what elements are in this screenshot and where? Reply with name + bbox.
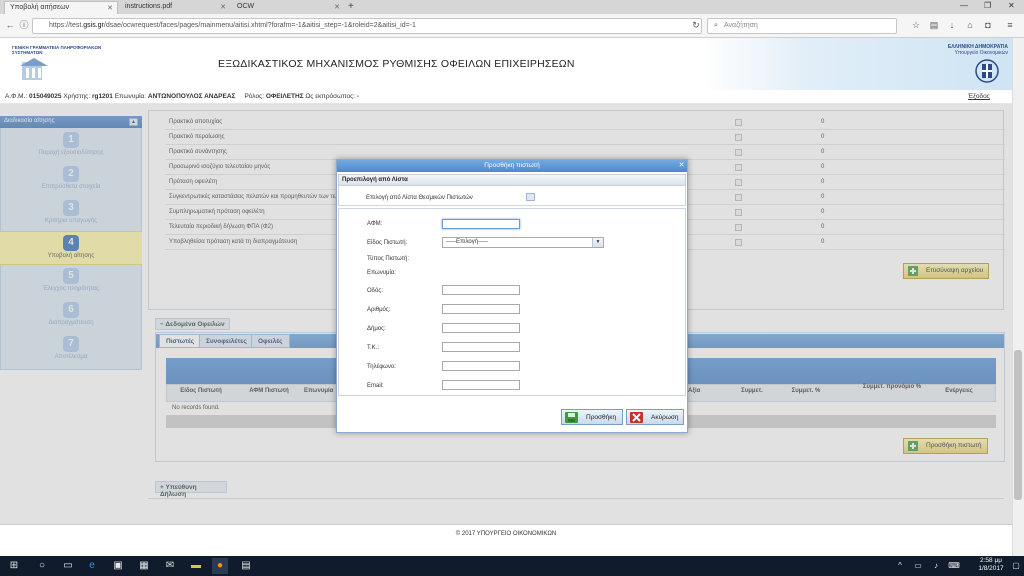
save-disk-icon (565, 412, 578, 423)
gsis-logo-icon (20, 58, 48, 82)
municipality-label: Δήμος: (367, 326, 386, 332)
windows-start-icon[interactable]: ⊞ (6, 558, 22, 574)
creditor-kind-label: Είδος Πιστωτή: (367, 240, 408, 246)
cancel-x-icon (630, 412, 643, 423)
mail-icon[interactable]: ✉ (162, 558, 178, 574)
scrollbar-thumb[interactable] (1014, 350, 1022, 500)
page-footer: © 2017 ΥΠΟΥΡΓΕΙΟ ΟΙΚΟΝΟΜΙΚΩΝ (0, 524, 1012, 544)
button-label: Προσθήκη (586, 414, 617, 421)
url-domain: gsis.gr (83, 22, 104, 29)
network-icon[interactable]: ▭ (910, 558, 926, 574)
browser-tab-active[interactable]: Υποβολή αιτήσεων ✕ (4, 1, 118, 14)
firefox-icon[interactable]: ● (212, 558, 228, 574)
email-label: Email: (367, 383, 384, 389)
edge-browser-icon[interactable]: e (84, 558, 100, 574)
bookmark-star-icon[interactable]: ☆ (910, 19, 922, 31)
cancel-button[interactable]: Ακύρωση (626, 409, 684, 425)
name-value: ΑΝΤΩΝΟΠΟΥΛΟΣ ΑΝΔΡΕΑΣ (147, 93, 236, 100)
afm-value: 015049025 (28, 93, 62, 100)
search-input[interactable]: Αναζήτηση (707, 18, 897, 34)
creditor-type-label: Τύπος Πιστωτή: (367, 256, 410, 262)
pocket-icon[interactable]: ◘ (982, 19, 994, 31)
dropdown-arrow-icon[interactable]: ▼ (592, 238, 603, 247)
rep-value: - (356, 93, 360, 100)
windows-taskbar (0, 556, 1024, 576)
search-icon: ⌕ (714, 22, 718, 29)
store-icon[interactable]: ▣ (110, 558, 126, 574)
close-tab-icon[interactable]: ✕ (220, 3, 226, 11)
taskbar-search-icon[interactable]: ○ (34, 558, 50, 574)
close-tab-icon[interactable]: ✕ (107, 4, 113, 12)
creditor-name-label: Επωνυμία: (367, 270, 396, 276)
dialog-title[interactable]: Προσθήκη πιστωτή (337, 160, 687, 172)
afm-label: Α.Φ.Μ.: (5, 93, 28, 100)
button-label: Ακύρωση (651, 414, 679, 421)
street-input[interactable] (442, 285, 520, 295)
minimize-icon[interactable]: — (960, 1, 968, 10)
number-input[interactable] (442, 304, 520, 314)
user-label: Χρήστης: (63, 93, 91, 100)
notifications-icon[interactable]: ▢ (1008, 558, 1024, 574)
tab-label: Υποβολή αιτήσεων (10, 4, 70, 11)
ministry-name: ΕΛΛΗΝΙΚΗ ΔΗΜΟΚΡΑΤΙΑ Υπουργείο Οικονομικών (938, 44, 1008, 56)
url-suffix: /dsae/ocwrequest/faces/pages/mainmenu/ai… (103, 22, 416, 29)
url-prefix: https://test. (49, 22, 84, 29)
maximize-icon[interactable]: ❐ (984, 1, 991, 10)
task-view-icon[interactable]: ▭ (60, 558, 76, 574)
number-label: Αριθμός: (367, 307, 391, 313)
preselect-header: Προεπιλογή από Λίστα (338, 174, 686, 186)
file-explorer-icon[interactable]: ▦ (136, 558, 152, 574)
email-input[interactable] (442, 380, 520, 390)
user-value: rg1201 (91, 93, 113, 100)
browser-tab[interactable]: OCW ✕ (232, 1, 344, 14)
close-tab-icon[interactable]: ✕ (334, 3, 340, 11)
rep-label: Ως εκπρόσωπος: (305, 93, 356, 100)
add-button[interactable]: Προσθήκη (561, 409, 623, 425)
volume-icon[interactable]: ♪ (928, 558, 944, 574)
org-name: ΓΕΝΙΚΗ ΓΡΑΜΜΑΤΕΙΑ ΠΛΗΡΟΦΟΡΙΑΚΩΝ ΣΥΣΤΗΜΑΤ… (12, 45, 102, 55)
phone-label: Τηλέφωνο: (367, 364, 396, 370)
ministry-label: Υπουργείο Οικονομικών (954, 50, 1008, 56)
preselect-checkbox[interactable] (526, 193, 535, 201)
afm-input[interactable] (442, 219, 520, 229)
logout-link[interactable]: Έξοδος (968, 93, 990, 100)
close-window-icon[interactable]: ✕ (1008, 1, 1015, 10)
keyboard-language-icon[interactable]: ⌨ (946, 558, 962, 574)
zip-input[interactable] (442, 342, 520, 352)
tab-label: instructions.pdf (125, 3, 173, 10)
menu-icon[interactable]: ≡ (1004, 19, 1016, 31)
search-placeholder: Αναζήτηση (724, 22, 758, 29)
browser-tab[interactable]: instructions.pdf ✕ (120, 1, 230, 14)
zip-label: Τ.Κ.: (367, 345, 380, 351)
address-bar[interactable]: https://test.gsis.gr/dsae/ocwrequest/fac… (32, 18, 702, 34)
tray-chevron-icon[interactable]: ^ (892, 558, 908, 574)
role-value: ΟΦΕΙΛΕΤΗΣ (265, 93, 304, 100)
preselect-label: Επιλογή από Λίστα Θεσμικών Πιστωτών (366, 195, 473, 201)
phone-input[interactable] (442, 361, 520, 371)
creditor-kind-select[interactable]: -----Επιλογή----- (442, 237, 604, 248)
select-value: -----Επιλογή----- (446, 239, 489, 245)
street-label: Οδός: (367, 288, 383, 294)
home-icon[interactable]: ⌂ (964, 19, 976, 31)
tab-label: OCW (237, 3, 255, 10)
municipality-input[interactable] (442, 323, 520, 333)
page-title: ΕΞΩΔΙΚΑΣΤΙΚΟΣ ΜΗΧΑΝΙΣΜΟΣ ΡΥΘΜΙΣΗΣ ΟΦΕΙΛΩ… (218, 58, 575, 70)
reload-icon[interactable]: ↻ (690, 19, 702, 31)
info-icon[interactable]: ⓘ (18, 19, 30, 31)
app-window-icon[interactable]: ▤ (238, 558, 254, 574)
reading-list-icon[interactable]: ▤ (928, 19, 940, 31)
role-label: Ρόλος: (244, 93, 265, 100)
name-label: Επωνυμία: (114, 93, 147, 100)
close-dialog-icon[interactable]: ✕ (677, 161, 686, 170)
folder-icon[interactable]: ▬ (188, 558, 204, 574)
afm-field-label: ΑΦΜ: (367, 221, 383, 227)
greek-emblem-icon (974, 58, 1000, 84)
new-tab-button[interactable]: + (348, 1, 354, 12)
downloads-icon[interactable]: ↓ (946, 19, 958, 31)
user-info-bar: Α.Φ.Μ.: 015049025 Χρήστης: rg1201 Επωνυμ… (0, 90, 1012, 104)
back-icon[interactable]: ← (4, 19, 16, 31)
